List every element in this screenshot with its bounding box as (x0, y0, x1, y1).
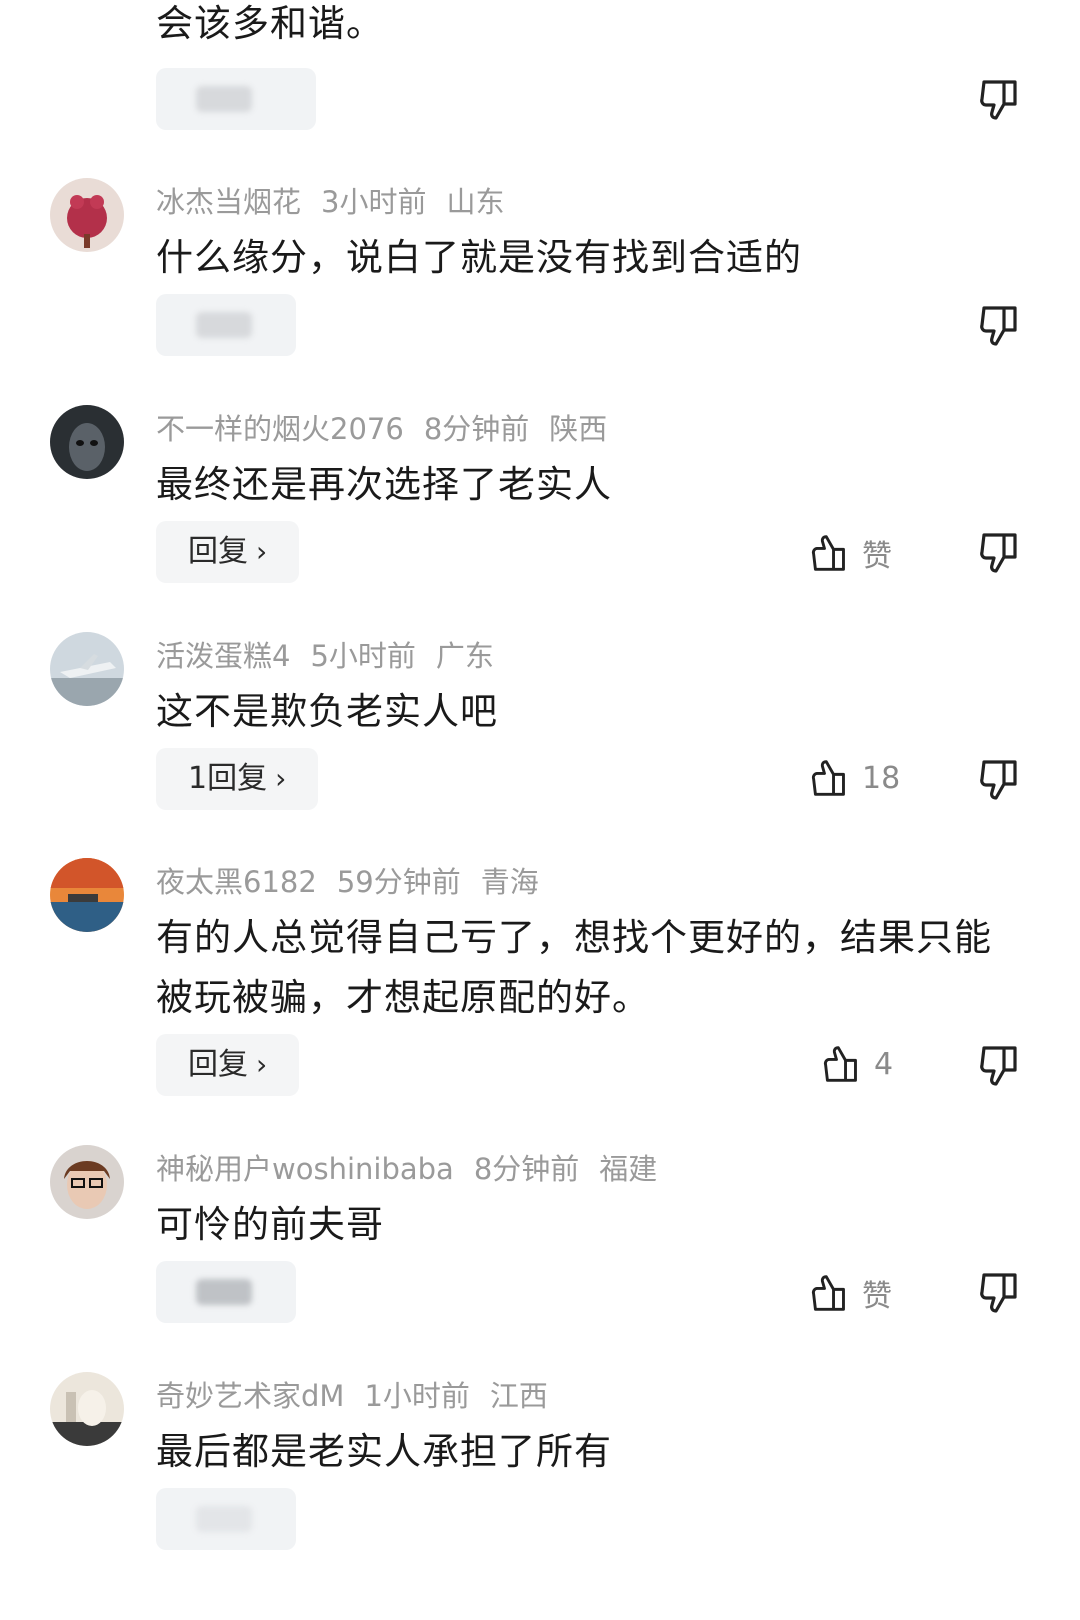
comment-location: 广东 (435, 639, 494, 673)
comment-meta: 不一样的烟火2076 8分钟前 陕西 (156, 411, 627, 447)
comment-actions (0, 68, 1080, 132)
comment-meta: 活泼蛋糕4 5小时前 广东 (156, 638, 514, 674)
chevron-right-icon: › (256, 535, 268, 568)
comment-time: 1小时前 (364, 1379, 470, 1413)
blurred-reply-pill[interactable] (156, 1488, 296, 1550)
comment-time: 5小时前 (310, 639, 416, 673)
comment-text: 有的人总觉得自己亏了，想找个更好的，结果只能被玩被骗，才想起原配的好。 (156, 916, 992, 1019)
comment-location: 福建 (599, 1152, 658, 1186)
username[interactable]: 神秘用户woshinibaba (156, 1152, 454, 1186)
thumbs-up-icon (811, 1275, 845, 1311)
thumbs-down-icon[interactable] (978, 78, 1020, 122)
blurred-reply-pill[interactable] (156, 1261, 296, 1323)
username[interactable]: 不一样的烟火2076 (156, 412, 404, 446)
comment-meta: 奇妙艺术家dM 1小时前 江西 (156, 1378, 568, 1414)
blurred-reply-pill[interactable] (156, 68, 316, 130)
username[interactable]: 奇妙艺术家dM (156, 1379, 344, 1413)
comment-actions: 1回复 › 18 (0, 748, 1080, 812)
thumbs-up-icon (823, 1046, 857, 1082)
chevron-right-icon: › (256, 1048, 268, 1081)
reply-button[interactable]: 回复 › (156, 1034, 300, 1096)
comment-text: 会该多和谐。 (156, 2, 384, 45)
avatar[interactable] (50, 405, 124, 479)
comment-text: 这不是欺负老实人吧 (156, 690, 498, 733)
comment-actions: 赞 (0, 1261, 1080, 1325)
comment-location: 陕西 (549, 412, 608, 446)
comment-time: 3小时前 (321, 185, 427, 219)
reply-button[interactable]: 回复 › (156, 521, 300, 583)
comment-location: 江西 (489, 1379, 548, 1413)
thumbs-up-icon (811, 760, 845, 796)
comment-location: 青海 (480, 865, 539, 899)
like-button[interactable]: 18 (810, 758, 900, 802)
comment-text: 最后都是老实人承担了所有 (156, 1430, 612, 1473)
thumbs-down-icon[interactable] (978, 1271, 1020, 1315)
comment-meta: 冰杰当烟花 3小时前 山东 (156, 184, 524, 220)
like-button[interactable]: 赞 (810, 531, 892, 575)
blurred-reply-pill[interactable] (156, 294, 296, 356)
thumbs-down-icon[interactable] (978, 1044, 1020, 1088)
comment-text: 什么缘分，说白了就是没有找到合适的 (156, 236, 802, 279)
comment-actions: 回复 › 赞 (0, 521, 1080, 585)
like-button[interactable]: 赞 (810, 1271, 892, 1315)
username[interactable]: 活泼蛋糕4 (156, 639, 290, 673)
comment-text: 最终还是再次选择了老实人 (156, 463, 612, 506)
comment-location: 山东 (446, 185, 505, 219)
username[interactable]: 夜太黑6182 (156, 865, 317, 899)
comment-time: 8分钟前 (423, 412, 530, 446)
comment-actions (0, 294, 1080, 358)
like-count: 赞 (862, 539, 892, 574)
comment-time: 8分钟前 (473, 1152, 580, 1186)
comment-actions (0, 1488, 1080, 1552)
like-button[interactable]: 4 (822, 1044, 893, 1088)
reply-button[interactable]: 1回复 › (156, 748, 319, 810)
thumbs-down-icon[interactable] (978, 304, 1020, 348)
like-count: 18 (862, 760, 901, 796)
comment-text: 可怜的前夫哥 (156, 1203, 384, 1246)
like-count: 赞 (862, 1279, 892, 1314)
comment-time: 59分钟前 (336, 865, 461, 899)
reply-label: 回复 (188, 1047, 248, 1082)
comment-meta: 神秘用户woshinibaba 8分钟前 福建 (156, 1151, 677, 1187)
thumbs-down-icon[interactable] (978, 758, 1020, 802)
comment-meta: 夜太黑6182 59分钟前 青海 (156, 864, 559, 900)
avatar[interactable] (50, 858, 124, 932)
comment-actions: 回复 › 4 (0, 1034, 1080, 1098)
thumbs-up-icon (811, 535, 845, 571)
username[interactable]: 冰杰当烟花 (156, 185, 301, 219)
reply-label: 回复 (188, 534, 248, 569)
thumbs-down-icon[interactable] (978, 531, 1020, 575)
avatar[interactable] (50, 632, 124, 706)
like-count: 4 (874, 1046, 894, 1082)
avatar[interactable] (50, 1372, 124, 1446)
chevron-right-icon: › (275, 762, 287, 795)
avatar[interactable] (50, 178, 124, 252)
avatar[interactable] (50, 1145, 124, 1219)
reply-label: 1回复 (188, 761, 268, 796)
